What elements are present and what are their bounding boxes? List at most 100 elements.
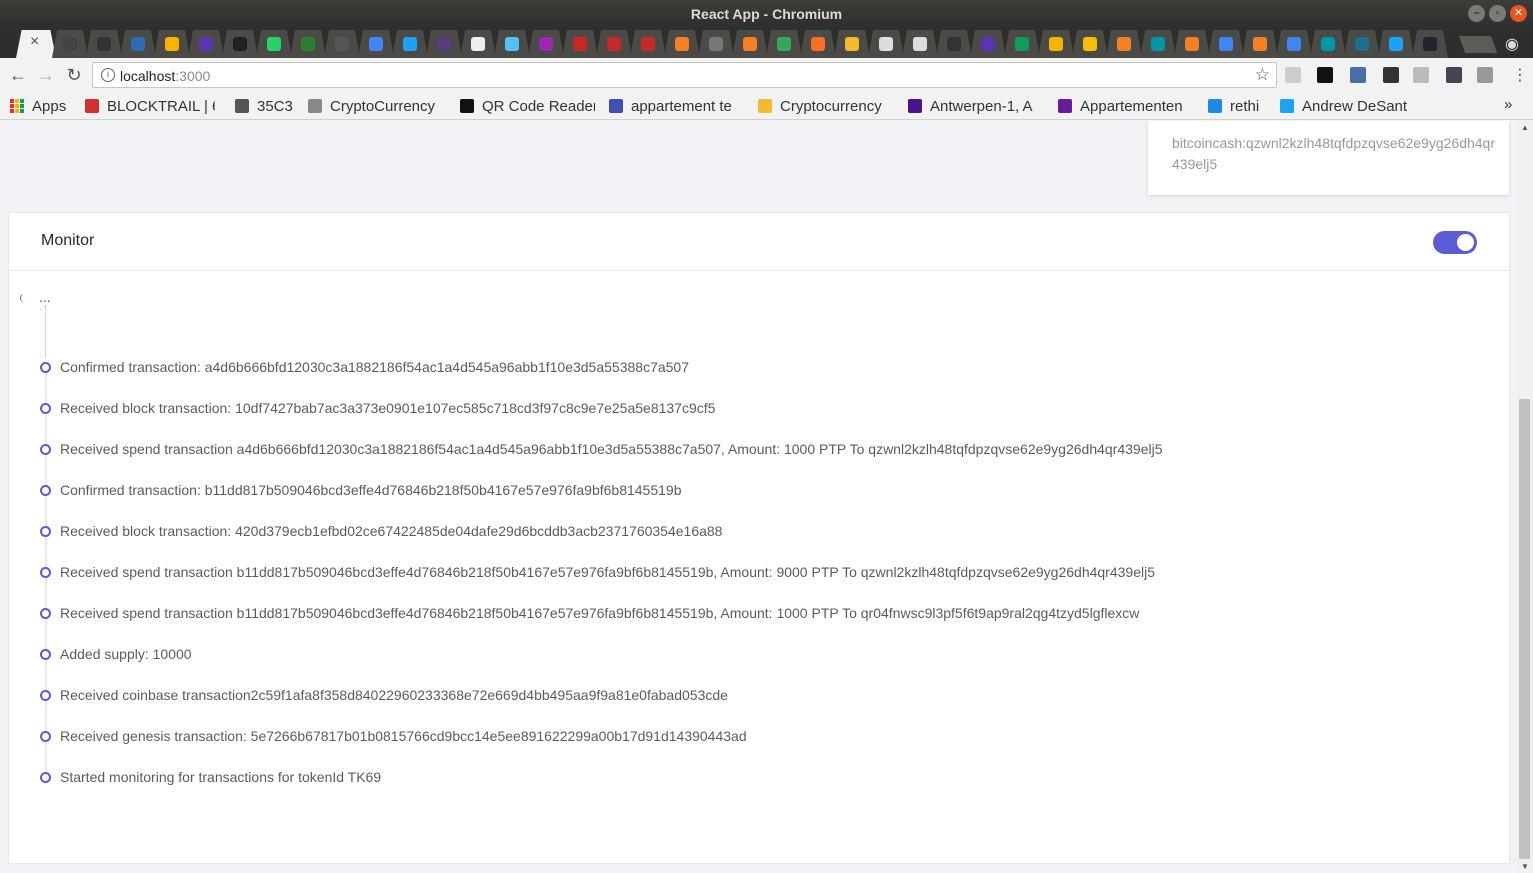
- browser-tab[interactable]: [324, 30, 360, 58]
- menu-icon[interactable]: ⋮: [1512, 65, 1528, 85]
- scroll-down-icon[interactable]: ▼: [1521, 862, 1529, 871]
- browser-tab[interactable]: [222, 30, 258, 58]
- browser-tab[interactable]: [562, 30, 598, 58]
- close-tab-icon[interactable]: ×: [30, 33, 39, 51]
- back-button[interactable]: ←: [7, 64, 29, 86]
- new-tab-button[interactable]: [1458, 36, 1498, 53]
- browser-tab[interactable]: [1276, 30, 1312, 58]
- bookmark-item[interactable]: QR Code Reader: [460, 97, 595, 115]
- bookmark-item[interactable]: Cryptocurrency: [758, 97, 893, 115]
- bookmark-item[interactable]: BLOCKTRAIL | 6: [85, 97, 215, 115]
- browser-tab[interactable]: [86, 30, 122, 58]
- browser-tab[interactable]: [970, 30, 1006, 58]
- timeline-item: Received spend transaction b11dd817b5090…: [40, 603, 1139, 623]
- extension-icon[interactable]: [1285, 67, 1301, 83]
- browser-tab[interactable]: [1038, 30, 1074, 58]
- tab-favicon-icon: [607, 37, 621, 51]
- browser-tab[interactable]: [460, 30, 496, 58]
- browser-tab[interactable]: [766, 30, 802, 58]
- extension-icon[interactable]: [1383, 67, 1399, 83]
- browser-tab[interactable]: [358, 30, 394, 58]
- folder-icon: [235, 99, 249, 113]
- browser-tab[interactable]: [154, 30, 190, 58]
- timeline-item: Received genesis transaction: 5e7266b678…: [40, 726, 747, 746]
- browser-tab[interactable]: [290, 30, 326, 58]
- scroll-thumb[interactable]: [1519, 399, 1530, 859]
- browser-tab[interactable]: [1310, 30, 1346, 58]
- browser-tab[interactable]: [1378, 30, 1414, 58]
- browser-tab[interactable]: [256, 30, 292, 58]
- tab-favicon-icon: [641, 37, 655, 51]
- crypto-icon: [308, 99, 322, 113]
- address-bar[interactable]: i localhost:3000 ☆: [92, 62, 1277, 88]
- browser-tab[interactable]: [936, 30, 972, 58]
- browser-tab[interactable]: [392, 30, 428, 58]
- browser-tab[interactable]: [1174, 30, 1210, 58]
- browser-tab[interactable]: [664, 30, 700, 58]
- browser-tab[interactable]: [596, 30, 632, 58]
- tab-active[interactable]: ×: [16, 30, 56, 58]
- bookmark-item[interactable]: Andrew DeSant: [1280, 97, 1420, 115]
- more-bookmarks-icon[interactable]: »: [1504, 96, 1512, 113]
- tab-favicon-icon: [879, 37, 893, 51]
- browser-tab[interactable]: [1140, 30, 1176, 58]
- bookmark-item[interactable]: appartement te: [609, 97, 744, 115]
- extension-icon[interactable]: [1477, 67, 1493, 83]
- reload-button[interactable]: ↻: [63, 64, 85, 86]
- browser-tab[interactable]: [1004, 30, 1040, 58]
- bookmark-label: Andrew DeSant: [1302, 97, 1408, 115]
- maximize-button[interactable]: ▫: [1489, 5, 1506, 22]
- monitor-toggle[interactable]: [1433, 231, 1477, 254]
- monitor-title: Monitor: [41, 232, 95, 249]
- timeline-text: Confirmed transaction: a4d6b666bfd12030c…: [60, 359, 689, 375]
- browser-tab[interactable]: [188, 30, 224, 58]
- browser-tab[interactable]: [868, 30, 904, 58]
- bookmark-item[interactable]: Appartementen: [1058, 97, 1193, 115]
- browser-tab[interactable]: [120, 30, 156, 58]
- close-window-button[interactable]: ✕: [1510, 5, 1527, 22]
- profile-icon[interactable]: ◉: [1505, 34, 1519, 54]
- scrollbar[interactable]: ▲ ▼: [1517, 121, 1533, 873]
- browser-tab[interactable]: [834, 30, 870, 58]
- minimize-button[interactable]: –: [1468, 5, 1485, 22]
- timeline-dot-icon: [40, 443, 51, 455]
- bookmark-star-icon[interactable]: ☆: [1255, 65, 1270, 85]
- browser-tab[interactable]: [800, 30, 836, 58]
- browser-tab[interactable]: [1412, 30, 1448, 58]
- browser-tab[interactable]: [528, 30, 564, 58]
- browser-tab[interactable]: [494, 30, 530, 58]
- info-icon[interactable]: i: [101, 68, 115, 82]
- monitor-card: Monitor ... Confirmed transaction: a4d6b…: [8, 212, 1510, 864]
- tab-favicon-icon: [233, 37, 247, 51]
- forward-button[interactable]: →: [35, 64, 57, 86]
- url-host: localhost: [120, 68, 176, 84]
- browser-tab[interactable]: [426, 30, 462, 58]
- browser-tab[interactable]: [1106, 30, 1142, 58]
- browser-tab[interactable]: [630, 30, 666, 58]
- extension-icon[interactable]: [1350, 67, 1366, 83]
- pending-text: ...: [39, 289, 51, 305]
- bookmark-item[interactable]: Antwerpen-1, A: [908, 97, 1043, 115]
- browser-tab[interactable]: [698, 30, 734, 58]
- browser-tab[interactable]: [902, 30, 938, 58]
- browser-tab[interactable]: [1344, 30, 1380, 58]
- timeline-text: Received spend transaction b11dd817b5090…: [60, 564, 1155, 580]
- bookmark-item[interactable]: CryptoCurrency: [308, 97, 448, 115]
- browser-tab[interactable]: [1242, 30, 1278, 58]
- scroll-up-icon[interactable]: ▲: [1521, 123, 1529, 132]
- timeline-dot-icon: [40, 771, 51, 783]
- browser-tab[interactable]: [1072, 30, 1108, 58]
- browser-tab[interactable]: [732, 30, 768, 58]
- browser-tab[interactable]: [52, 30, 88, 58]
- extension-icon[interactable]: [1446, 67, 1462, 83]
- docker-icon: [1208, 99, 1222, 113]
- bookmark-label: 35C3: [257, 97, 293, 115]
- bookmark-item[interactable]: Apps: [10, 97, 76, 115]
- bookmark-label: Appartementen: [1080, 97, 1183, 115]
- extension-icon[interactable]: [1413, 67, 1429, 83]
- extension-icon[interactable]: [1317, 67, 1333, 83]
- bookmark-item[interactable]: 35C3: [235, 97, 300, 115]
- window-titlebar: React App - Chromium – ▫ ✕: [0, 0, 1533, 28]
- browser-tab[interactable]: [1208, 30, 1244, 58]
- bookmark-item[interactable]: rethi: [1208, 97, 1270, 115]
